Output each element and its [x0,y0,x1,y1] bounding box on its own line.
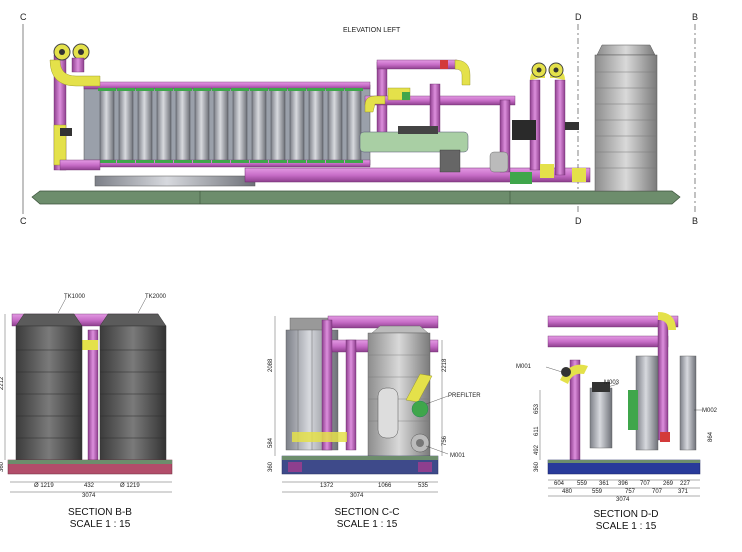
dim-cc-base: 360 [268,461,274,472]
dim-bb-d3: Ø 1219 [120,483,140,489]
dim-dd-r1-6: 227 [680,481,691,487]
dim-bb-base: 360 [0,461,5,472]
dim-dd-r2-4: 371 [678,489,689,495]
tag-tk2000: TK2000 [145,294,167,300]
marker-b-bottom: B [692,216,698,226]
dim-bb-d2: 432 [84,483,95,489]
dim-dd-r1-5: 269 [663,481,674,487]
dim-dd-h1: 653 [534,403,540,414]
drawing-canvas: C C D D B B ELEVATION LEFT TK1000 TK2000… [0,12,718,503]
dim-cc-d3: 535 [418,483,429,489]
section-bb-view: TK1000 TK2000 2212 360 Ø 1219 432 Ø 1219… [0,294,173,499]
dim-dd-overall: 3074 [616,497,630,503]
dim-bb-side: 2212 [0,376,5,390]
elevation-view: C C D D B B ELEVATION LEFT [20,12,698,226]
marker-b-top: B [692,12,698,22]
section-cc-scale: SCALE 1 : 15 [336,519,398,530]
elevation-title: ELEVATION LEFT [343,27,401,34]
skid-base [31,190,681,205]
dim-dd-r1-2: 361 [599,481,610,487]
tag-tk1000: TK1000 [64,294,86,300]
tag-m001-dd: M001 [516,364,532,370]
dim-dd-r1-0: 604 [554,481,565,487]
section-dd-title: SECTION D-D [593,509,659,520]
dim-dd-h3: 492 [534,444,540,455]
dim-cc-h1: 2088 [268,358,274,372]
right-riser-piping [510,62,586,184]
marker-d-bottom: D [575,216,582,226]
section-bb-caption: SECTION B-B SCALE 1 : 15 [40,507,160,531]
dim-cc-h4: 584 [268,437,274,448]
dim-dd-r1-3: 396 [618,481,629,487]
tag-prefilter: PREFILTER [448,393,481,399]
section-dd-scale: SCALE 1 : 15 [595,521,657,532]
section-cc-caption: SECTION C-C SCALE 1 : 15 [307,507,427,531]
section-dd-view: M001 M003 M002 653 611 492 360 864 604 5… [516,312,718,503]
dim-dd-r1-1: 559 [577,481,588,487]
dim-dd-r2-1: 559 [592,489,603,495]
marker-c-top: C [20,12,27,22]
dim-dd-r1-4: 707 [640,481,651,487]
central-piping [359,59,516,173]
dim-cc-d1: 1372 [320,483,334,489]
marker-d-top: D [575,12,582,22]
dim-cc-h3: 756 [442,435,448,446]
tag-m003: M003 [604,380,620,386]
tag-m001-cc: M001 [450,453,466,459]
dim-dd-base: 360 [534,461,540,472]
dim-dd-h2: 611 [534,426,540,436]
section-bb-scale: SCALE 1 : 15 [69,519,131,530]
dim-dd-r2-0: 480 [562,489,573,495]
dim-dd-r2-2: 757 [625,489,636,495]
dim-cc-h2: 2218 [442,358,448,372]
dim-dd-h4: 864 [708,431,714,442]
dim-bb-overall: 3074 [82,493,96,499]
tank-tk2000 [99,325,167,461]
membrane-vessels [83,81,371,168]
storage-tank [594,44,658,192]
dim-dd-r2-3: 707 [652,489,663,495]
tank-tk1000 [15,325,83,461]
section-cc-title: SECTION C-C [334,507,400,518]
section-dd-caption: SECTION D-D SCALE 1 : 15 [566,509,686,533]
dim-cc-d2: 1066 [378,483,392,489]
dim-cc-overall: 3074 [350,493,364,499]
section-cc-view: PREFILTER M001 2088 584 360 2218 756 137… [268,315,481,499]
marker-c-bottom: C [20,216,27,226]
prefilter-housing [359,131,469,153]
dim-bb-d1: Ø 1219 [34,483,54,489]
tag-m002: M002 [702,408,718,414]
section-bb-title: SECTION B-B [68,507,132,518]
